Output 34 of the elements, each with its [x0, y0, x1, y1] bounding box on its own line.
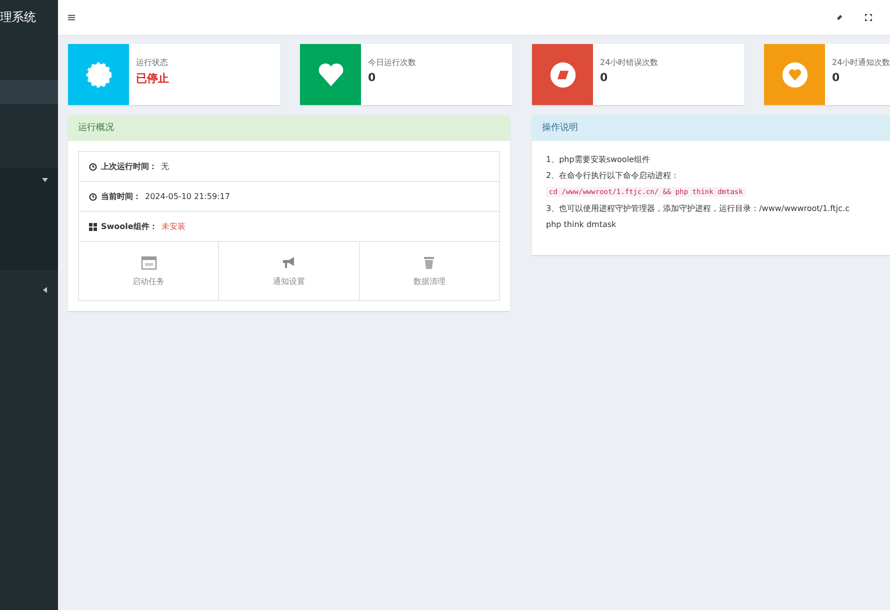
panel-heading: 操作说明: [532, 115, 890, 141]
app-title: 理系统: [0, 9, 37, 26]
caret-icon: [42, 287, 48, 293]
stat-label: 运行状态: [136, 57, 169, 68]
heart-icon: [316, 60, 344, 88]
clock-icon: [89, 162, 97, 170]
info-value: 无: [161, 161, 169, 172]
megaphone-icon: [280, 256, 297, 270]
instruction-text: 1、php需要安装swoole组件: [546, 154, 651, 165]
menu-icon[interactable]: [68, 14, 75, 21]
panel-heading: 运行概况: [68, 115, 510, 141]
stat-label: 24小时错误次数: [600, 57, 658, 68]
stat-label: 24小时通知次数: [832, 57, 890, 68]
grid-icon: [89, 222, 97, 230]
info-label: Swoole组件：: [101, 221, 158, 232]
stat-value: 0: [832, 71, 841, 84]
clock-icon: [89, 192, 97, 200]
calendar-icon: [140, 256, 157, 270]
stat-value: 已停止: [136, 71, 169, 86]
info-value: 2024-05-10 21:59:17: [145, 192, 230, 201]
eraser-icon[interactable]: [836, 14, 843, 21]
instruction-text: 2、在命令行执行以下命令启动进程：: [546, 170, 680, 181]
instruction-text: 3、也可以使用进程守护管理器，添加守护进程，运行目录：/www/wwwroot/1.ftjc.c: [546, 203, 850, 214]
info-label: 上次运行时间：: [101, 161, 157, 172]
info-value: 未安装: [161, 221, 186, 232]
stat-value: 0: [600, 71, 609, 84]
stat-value: 0: [368, 71, 377, 84]
fullscreen-icon[interactable]: [865, 14, 872, 21]
compass-icon: [548, 60, 576, 88]
info-label: 当前时间：: [101, 191, 141, 202]
caret-icon: [42, 177, 48, 183]
instruction-text: php think dmtask: [546, 219, 618, 230]
stat-label: 今日运行次数: [368, 57, 416, 68]
gear-icon: [84, 60, 112, 88]
